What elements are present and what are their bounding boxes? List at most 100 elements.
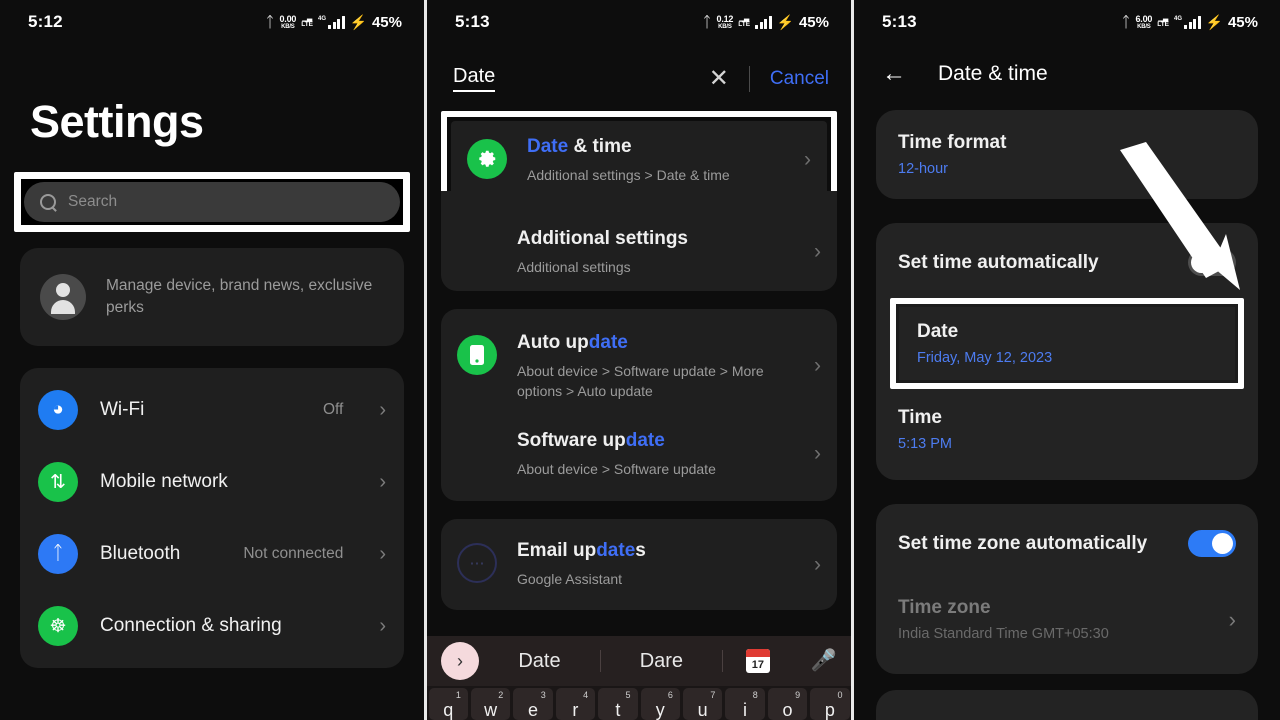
date-value: Friday, May 12, 2023 (917, 350, 1053, 366)
time-label: Time (898, 407, 943, 428)
row-label: Bluetooth (100, 543, 181, 564)
clear-search-icon[interactable]: ✕ (709, 64, 729, 93)
bluetooth-status-icon: ᛏ (265, 13, 275, 31)
chevron-right-icon: › (379, 398, 386, 421)
set-time-automatically-toggle[interactable] (1188, 249, 1236, 276)
time-settings-card: Set time automatically Date Friday, May … (876, 223, 1258, 480)
search-placeholder: Search (68, 193, 118, 210)
page-title: Date & time (938, 62, 1048, 85)
chevron-right-icon: › (379, 614, 386, 637)
status-time: 5:13 (455, 12, 490, 31)
data-rate-indicator: 0.12 KB/S (716, 13, 734, 30)
back-arrow-icon[interactable]: ← (882, 62, 906, 86)
signal-strength-icon (755, 15, 772, 29)
key-r[interactable]: 4r (555, 688, 596, 720)
expand-suggestions-button[interactable]: › (441, 642, 479, 680)
header-separator (748, 65, 750, 92)
set-timezone-automatically-toggle[interactable] (1188, 530, 1236, 557)
microphone-icon[interactable]: 🎤 (811, 649, 837, 673)
result-subtitle: About device > Software update > More op… (517, 362, 764, 400)
settings-gear-icon (467, 139, 507, 179)
status-bar-panel1: 5:12 ᛏ 0.00 KB/S ▁▃ LTE 4G ⚡ 45% (0, 0, 424, 44)
keyboard-row-top: 1q 2w 3e 4r 5t 6y 7u 8i 9o 0p (427, 686, 851, 720)
chevron-right-icon: › (814, 552, 821, 576)
chevron-right-icon: › (814, 442, 821, 466)
battery-percent: 45% (371, 13, 402, 31)
status-time: 5:12 (28, 12, 63, 31)
row-label: Connection & sharing (100, 615, 282, 636)
key-i[interactable]: 8i (725, 688, 765, 720)
next-card-partial (876, 690, 1258, 720)
time-value: 5:13 PM (898, 436, 952, 452)
key-e[interactable]: 3e (513, 688, 553, 720)
account-card[interactable]: Manage device, brand news, exclusive per… (20, 248, 404, 346)
key-o[interactable]: 9o (767, 688, 808, 720)
result-row-software-update[interactable]: Software update About device > Software … (441, 415, 837, 493)
signal-strength-icon: 4G (1174, 15, 1201, 29)
page-header: ← Date & time (854, 44, 1280, 86)
keyboard: › Date Dare 17 🎤 1q 2w 3e 4r 5t 6 y 7 u … (427, 636, 851, 720)
key-y[interactable]: 6y (640, 688, 680, 720)
sidebar-item-wifi[interactable]: ◕ Wi-Fi Off › (20, 374, 404, 446)
status-bar-panel3: 5:13 ᛏ 6.00 KB/S ▁▃ LTE 4G ⚡ 45% (854, 0, 1280, 44)
sim-network-icon: ▁▃ LTE (301, 14, 314, 28)
suggestion-word-2[interactable]: Dare (601, 650, 722, 673)
timezone-value: India Standard Time GMT+05:30 (898, 626, 1109, 642)
result-subtitle: Additional settings (517, 258, 631, 275)
status-time: 5:13 (882, 12, 917, 31)
search-icon (40, 194, 56, 210)
result-card-updates: Auto update About device > Software upda… (441, 309, 837, 502)
charging-bolt-icon: ⚡ (349, 13, 367, 30)
set-time-automatically-row[interactable]: Set time automatically (876, 227, 1258, 298)
bluetooth-status-icon: ᛏ (1121, 13, 1131, 31)
software-update-icon (457, 335, 497, 376)
key-q[interactable]: 1q (428, 688, 468, 720)
cancel-button[interactable]: Cancel (770, 68, 829, 90)
sim-network-icon: ▁▃ LTE (1157, 14, 1170, 28)
result-row-auto-update[interactable]: Auto update About device > Software upda… (441, 317, 837, 415)
chevron-right-icon: › (814, 240, 821, 264)
suggestion-word-1[interactable]: Date (479, 650, 600, 673)
sidebar-item-bluetooth[interactable]: ᛏ Bluetooth Not connected › (20, 518, 404, 590)
charging-bolt-icon: ⚡ (776, 13, 794, 30)
search-query-text[interactable]: Date (453, 65, 496, 92)
set-timezone-automatically-label: Set time zone automatically (898, 532, 1148, 554)
time-format-label: Time format (898, 132, 1007, 153)
data-rate-indicator: 6.00 KB/S (1135, 13, 1153, 30)
timezone-card: Set time zone automatically Time zone In… (876, 504, 1258, 674)
key-w[interactable]: 2w (470, 688, 511, 720)
result-card-additional-settings[interactable]: Additional settings Additional settings … (441, 191, 837, 292)
chevron-right-icon: › (814, 354, 821, 378)
account-description: Manage device, brand news, exclusive per… (106, 276, 373, 316)
row-label: Wi-Fi (100, 399, 145, 420)
result-title: Software update (517, 430, 665, 452)
time-format-item[interactable]: Time format 12-hour (876, 114, 1258, 195)
time-format-card[interactable]: Time format 12-hour (876, 110, 1258, 199)
avatar (40, 274, 86, 320)
chevron-right-icon: › (379, 542, 386, 565)
bluetooth-icon: ᛏ (38, 534, 78, 574)
charging-bolt-icon: ⚡ (1205, 13, 1223, 30)
panel-date-time-settings: 5:13 ᛏ 6.00 KB/S ▁▃ LTE 4G ⚡ 45% ← Date … (854, 0, 1280, 720)
connectivity-card: ◕ Wi-Fi Off › ⇅ Mobile network › ᛏ Bluet… (20, 368, 404, 668)
signal-strength-icon: 4G (318, 15, 345, 29)
calendar-icon[interactable]: 17 (745, 649, 770, 673)
key-t[interactable]: 5t (598, 688, 638, 720)
data-rate-indicator: 0.00 KB/S (279, 13, 297, 30)
sidebar-item-connection-sharing[interactable]: ☸ Connection & sharing › (20, 590, 404, 662)
sim-network-icon: ▁▃ LTE (738, 14, 751, 28)
key-u[interactable]: 7u (682, 688, 723, 720)
wifi-icon: ◕ (38, 390, 78, 430)
date-item[interactable]: Date Friday, May 12, 2023 (899, 307, 1235, 380)
sidebar-item-mobile-network[interactable]: ⇅ Mobile network › (20, 446, 404, 518)
search-input[interactable]: Search (24, 182, 400, 222)
search-highlight-box: Search (14, 172, 410, 232)
time-item[interactable]: Time 5:13 PM (876, 389, 1258, 470)
result-title: Additional settings (517, 228, 688, 250)
result-card-email-updates[interactable]: ⋯ Email updates Google Assistant › (441, 519, 837, 610)
mobile-network-icon: ⇅ (38, 462, 78, 502)
result-card-date-time[interactable]: Date & time Additional settings > Date &… (451, 121, 827, 200)
result-subtitle: About device > Software update (517, 461, 716, 478)
set-timezone-automatically-row[interactable]: Set time zone automatically (876, 508, 1258, 579)
key-p[interactable]: 0p (810, 688, 850, 720)
